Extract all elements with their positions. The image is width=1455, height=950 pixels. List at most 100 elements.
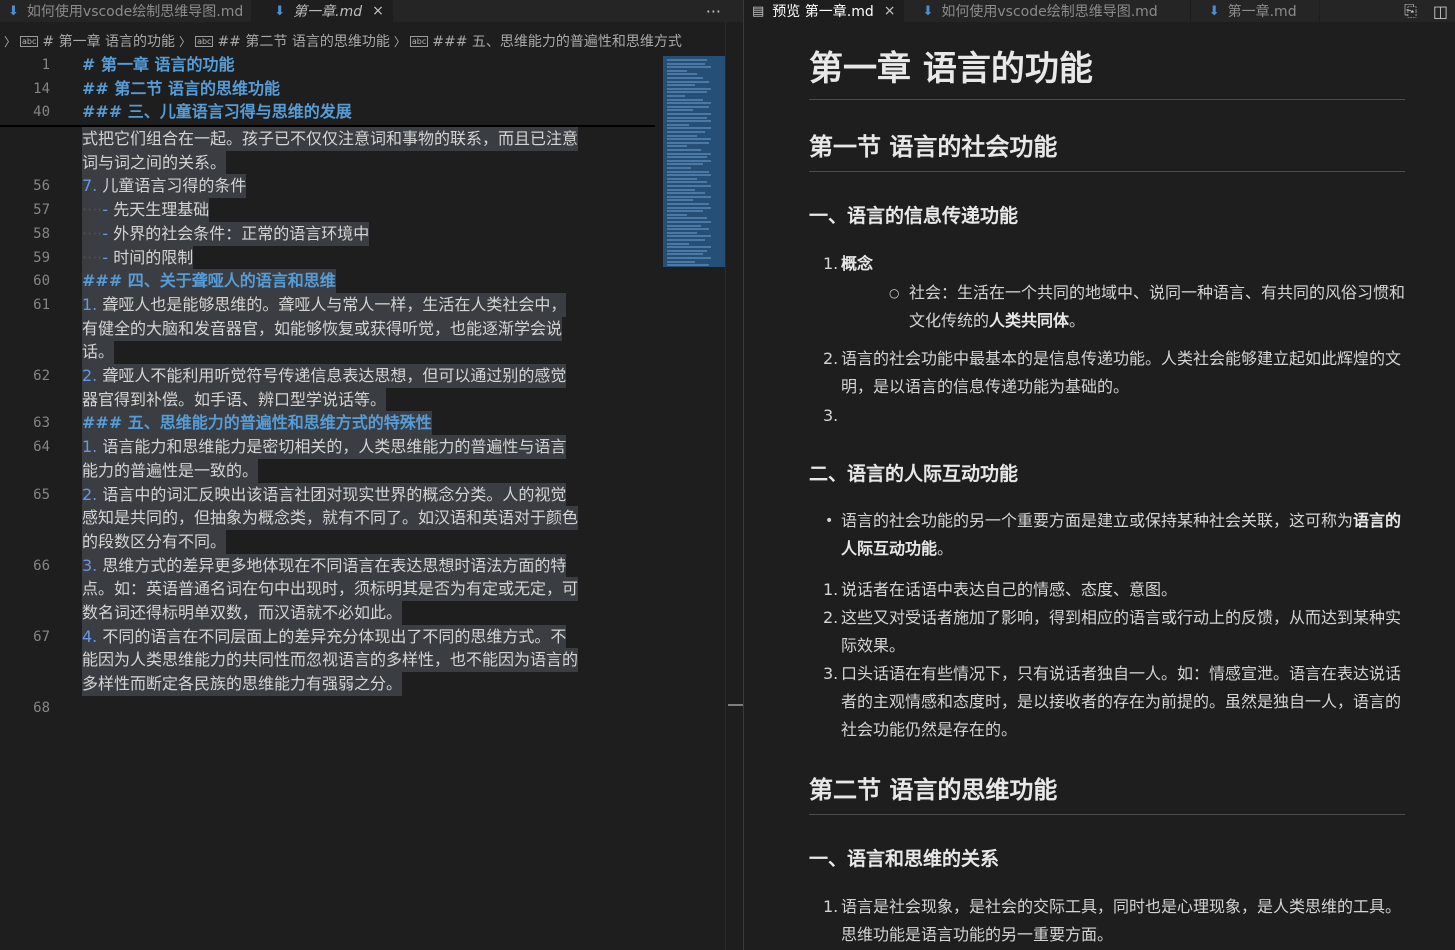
line-text: 外界的社会条件：正常的语言环境中: [108, 223, 370, 243]
editor-line[interactable]: 感知是共同的，但抽象为概念类，就有不同了。如汉语和英语对于颜色: [0, 506, 725, 531]
line-text: 能因为人类思维能力的共同性而忽视语言的多样性，也不能因为语言的: [82, 650, 579, 670]
list-item: 2. 这些又对受话者施加了影响，得到相应的语言或行动上的反馈，从而达到某种实际效…: [823, 604, 1405, 660]
list-item: • 语言的社会功能的另一个重要方面是建立或保持某种社会关联，这可称为语言的人际互…: [825, 507, 1405, 563]
editor-line[interactable]: 57 ····- 先天生理基础: [0, 198, 725, 223]
line-number: 61: [33, 296, 50, 313]
tab-mindmap-md[interactable]: ⬇ 如何使用vscode绘制思维导图.md: [0, 0, 253, 22]
list-item-text: 语言是社会现象，是社会的交际工具，同时也是心理现象，是人类思维的工具。思维功能是…: [841, 897, 1402, 942]
minimap-line: [667, 120, 711, 123]
editor-line[interactable]: 有健全的大脑和发音器官，如能够恢复或获得听觉，也能逐渐学会说: [0, 316, 725, 341]
line-text: 聋哑人也是能够思维的。聋哑人与常人一样，生活在人类社会中，: [97, 294, 567, 314]
whitespace-dots: ····: [82, 247, 103, 267]
line-text: 器官得到补偿。如手语、辨口型学说话等。: [82, 389, 387, 409]
editor-line[interactable]: 式把它们组合在一起。孩子已不仅仅注意词和事物的联系，而且已注意: [0, 127, 725, 151]
close-icon[interactable]: ×: [884, 3, 896, 19]
list-marker: 2.: [823, 349, 839, 368]
list-item: 1. 概念: [823, 250, 1405, 278]
sticky-scroll-line[interactable]: 1 # 第一章 语言的功能: [0, 53, 725, 77]
list-number: 2.: [82, 366, 98, 385]
markdown-file-icon: ⬇: [1208, 3, 1220, 19]
heading-rule: [809, 814, 1405, 815]
editor-line[interactable]: 62 2. 聋哑人不能利用听觉符号传递信息表达思想，但可以通过别的感觉: [0, 364, 725, 388]
editor-line[interactable]: 68: [0, 696, 725, 720]
minimap-line: [667, 249, 707, 252]
code-editor[interactable]: 1 # 第一章 语言的功能 14 ## 第二节 语言的思维功能 40 ### 三、儿童语言…: [0, 53, 725, 950]
list-item-text: 。: [1069, 311, 1086, 330]
line-number: 58: [33, 225, 50, 242]
minimap-line: [667, 264, 709, 267]
close-icon[interactable]: ×: [372, 3, 384, 19]
line-text: 先天生理基础: [108, 200, 210, 220]
whitespace-dots: ····: [82, 200, 103, 220]
list-number: 3.: [82, 555, 98, 575]
minimap-line: [667, 77, 703, 79]
editor-line[interactable]: 词与词之间的关系。: [0, 150, 725, 175]
minimap-line: [667, 210, 703, 213]
line-content: 感知是共同的，但抽象为概念类，就有不同了。如汉语和英语对于颜色: [82, 506, 579, 531]
split-editor-icon[interactable]: ◫: [1433, 2, 1448, 21]
line-content: 1. 聋哑人也是能够思维的。聋哑人与常人一样，生活在人类社会中，: [82, 292, 567, 317]
editor-line[interactable]: 59 ····- 时间的限制: [0, 245, 725, 270]
line-content: 3. 思维方式的差异更多地体现在不同语言在表达思想时语法方面的特: [82, 553, 567, 578]
minimap[interactable]: [663, 56, 725, 267]
scrollbar[interactable]: [725, 22, 744, 950]
breadcrumb-item[interactable]: ## 第二节 语言的思维功能: [217, 31, 389, 51]
line-content: ····- 时间的限制: [82, 245, 194, 270]
more-actions-icon[interactable]: ···: [706, 2, 721, 21]
editor-line[interactable]: 数名词还得标明单双数，而汉语就不必如此。: [0, 601, 725, 625]
editor-line[interactable]: 56 7. 儿童语言习得的条件: [0, 174, 725, 199]
editor-line[interactable]: 点。如：英语普通名词在句中出现时，须标明其是否为有定或无定，可: [0, 577, 725, 602]
breadcrumb: 〉 abc # 第一章 语言的功能 〉 abc ## 第二节 语言的思维功能 〉…: [0, 30, 743, 52]
tab-mindmap-md[interactable]: ⬇ 如何使用vscode绘制思维导图.md: [904, 0, 1191, 22]
editor-line[interactable]: 的段数区分有不同。: [0, 529, 725, 554]
list-number: 7.: [82, 176, 98, 196]
minimap-line: [667, 188, 695, 191]
editor-line[interactable]: 能因为人类思维能力的共同性而忽视语言的多样性，也不能因为语言的: [0, 648, 725, 673]
minimap-line: [667, 235, 711, 238]
list-marker: 3.: [823, 406, 839, 425]
heading-text: ### 三、儿童语言习得与思维的发展: [82, 102, 352, 122]
open-source-icon[interactable]: ⎘: [1404, 1, 1417, 21]
minimap-line: [667, 141, 709, 144]
line-content: 的段数区分有不同。: [82, 529, 227, 554]
line-text: 有健全的大脑和发音器官，如能够恢复或获得听觉，也能逐渐学会说: [82, 318, 563, 338]
minimap-line: [667, 213, 687, 216]
sticky-scroll-line[interactable]: 14 ## 第二节 语言的思维功能: [0, 77, 725, 101]
editor-line[interactable]: 66 3. 思维方式的差异更多地体现在不同语言在表达思想时语法方面的特: [0, 553, 725, 578]
minimap-line: [667, 138, 711, 141]
line-content: 2. 聋哑人不能利用听觉符号传递信息表达思想，但可以通过别的感觉: [82, 364, 567, 388]
tab-chapter1-md[interactable]: ⬇ 第一章.md: [1191, 0, 1320, 22]
line-text: 感知是共同的，但抽象为概念类，就有不同了。如汉语和英语对于颜色: [82, 508, 579, 528]
preview-h2: 第二节 语言的思维功能: [809, 776, 1058, 804]
editor-line[interactable]: 64 1. 语言能力和思维能力是密切相关的，人类思维能力的普遍性与语言: [0, 435, 725, 460]
editor-line[interactable]: 63 ### 五、思维能力的普遍性和思维方式的特殊性: [0, 411, 725, 436]
editor-line[interactable]: 60 ### 四、关于聋哑人的语言和思维: [0, 269, 725, 294]
minimap-line: [667, 95, 685, 97]
sticky-scroll-line[interactable]: 40 ### 三、儿童语言习得与思维的发展: [0, 100, 725, 124]
line-content: 7. 儿童语言习得的条件: [82, 174, 247, 199]
editor-line[interactable]: 65 2. 语言中的词汇反映出该语言社团对现实世界的概念分类。人的视觉: [0, 482, 725, 507]
tab-chapter1-md[interactable]: ⬇ 第一章.md ×: [252, 0, 393, 22]
editor-line[interactable]: 58 ····- 外界的社会条件：正常的语言环境中: [0, 221, 725, 246]
scrollbar-thumb[interactable]: [728, 704, 744, 706]
minimap-line: [667, 239, 705, 241]
editor-line[interactable]: 能力的普遍性是一致的。: [0, 458, 725, 483]
tab-preview-chapter1[interactable]: ▤ 预览 第一章.md ×: [744, 0, 905, 22]
editor-line[interactable]: 器官得到补偿。如手语、辨口型学说话等。: [0, 387, 725, 412]
list-item-text: 语言的社会功能中最基本的是信息传递功能。人类社会能够建立起如此辉煌的文明，是以语…: [841, 349, 1402, 396]
tab-label: 预览 第一章.md: [772, 4, 874, 20]
preview-h3: 一、语言和思维的关系: [809, 848, 1000, 870]
heading-text: ### 四、关于聋哑人的语言和思维: [82, 271, 336, 291]
markdown-file-icon: ⬇: [274, 3, 286, 19]
editor-line[interactable]: 多样性而断定各民族的思维能力有强弱之分。: [0, 672, 725, 697]
line-number: 62: [33, 368, 50, 384]
line-content: ### 五、思维能力的普遍性和思维方式的特殊性: [82, 411, 432, 436]
editor-line[interactable]: 61 1. 聋哑人也是能够思维的。聋哑人与常人一样，生活在人类社会中，: [0, 292, 725, 317]
editor-line[interactable]: 话。: [0, 340, 725, 365]
breadcrumb-item[interactable]: ### 五、思维能力的普遍性和思维方式: [432, 31, 682, 51]
breadcrumb-item[interactable]: # 第一章 语言的功能: [42, 31, 175, 51]
line-text: 儿童语言习得的条件: [97, 176, 247, 196]
minimap-line: [667, 127, 711, 130]
editor-line[interactable]: 67 4. 不同的语言在不同层面上的差异充分体现出了不同的思维方式。不: [0, 624, 725, 649]
minimap-line: [667, 91, 707, 94]
